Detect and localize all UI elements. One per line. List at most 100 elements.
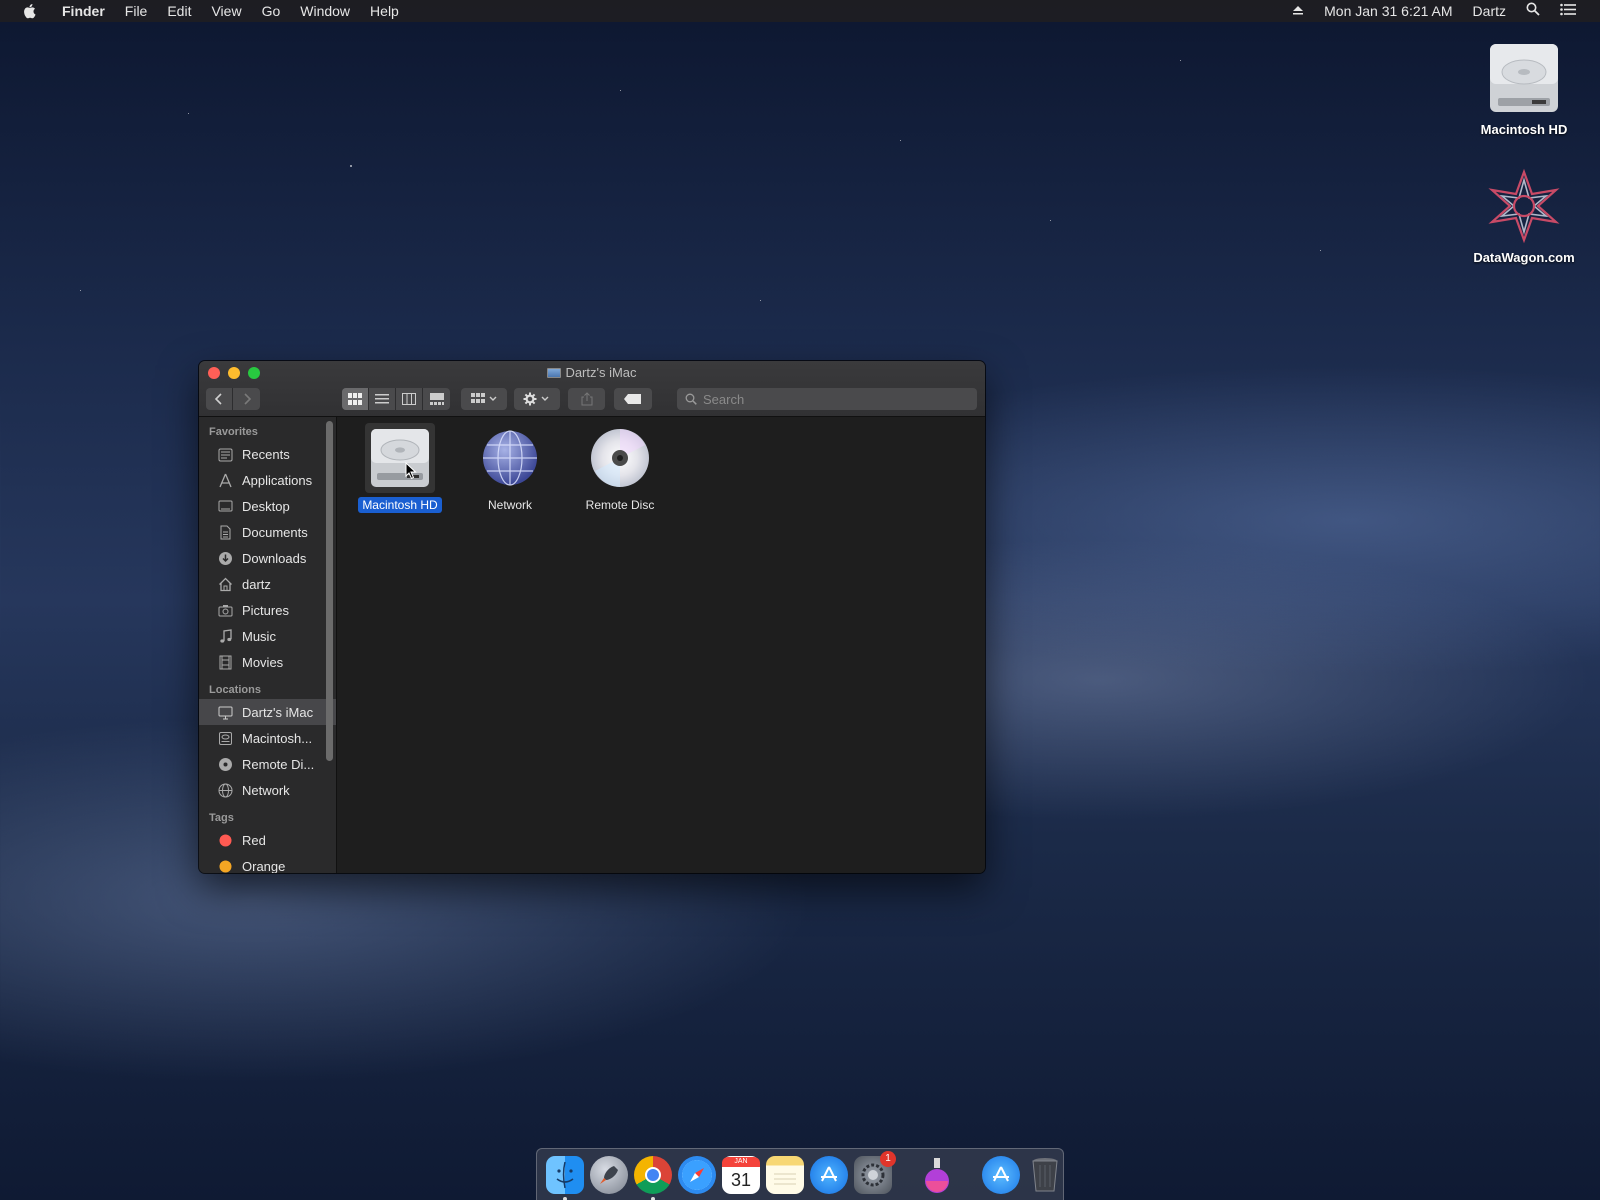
app-store-folder-icon — [993, 1166, 1009, 1181]
sidebar-item-dartz-imac[interactable]: Dartz's iMac — [199, 699, 336, 725]
tag-icon — [624, 394, 641, 404]
rocket-icon — [600, 1165, 618, 1184]
dock-app-calendar[interactable]: JAN 31 — [722, 1155, 760, 1194]
mouse-cursor-icon — [405, 461, 417, 485]
film-icon — [217, 654, 234, 671]
file-item-macintosh-hd[interactable]: Macintosh HD — [350, 423, 450, 513]
computer-icon — [547, 368, 562, 378]
sidebar-item-network[interactable]: Network — [199, 777, 336, 803]
orange-tag-dot-icon — [217, 858, 234, 874]
sidebar-item-label: Macintosh... — [242, 730, 313, 746]
dock-app-downloads-folder[interactable] — [982, 1155, 1020, 1194]
dock-app-trash[interactable] — [1026, 1156, 1064, 1194]
sidebar-tag-orange[interactable]: Orange — [199, 853, 336, 873]
dock-app-launchpad[interactable] — [590, 1155, 628, 1194]
spotlight-search-icon[interactable] — [1516, 0, 1550, 22]
dock-app-finder[interactable] — [546, 1155, 584, 1200]
notes-icon — [774, 1173, 796, 1184]
desktop-icon-macintosh-hd[interactable]: Macintosh HD — [1464, 40, 1584, 137]
menu-go[interactable]: Go — [252, 0, 291, 22]
gear-icon — [523, 392, 549, 406]
gallery-view-button[interactable] — [423, 388, 450, 410]
file-item-network[interactable]: Network — [460, 423, 560, 513]
menubar-user[interactable]: Dartz — [1463, 0, 1516, 22]
sidebar-item-recents[interactable]: Recents — [199, 441, 336, 467]
window-titlebar[interactable]: Dartz's iMac — [199, 361, 985, 417]
sidebar-item-label: Applications — [242, 472, 313, 488]
disc-icon — [217, 756, 234, 773]
sidebar-item-music[interactable]: Music — [199, 623, 336, 649]
calendar-day: 31 — [730, 1169, 752, 1190]
hard-drive-icon — [1486, 40, 1562, 116]
search-input[interactable] — [703, 391, 943, 407]
globe-icon — [217, 782, 234, 799]
trash-icon — [1032, 1157, 1058, 1191]
share-button[interactable] — [568, 388, 605, 410]
menu-help[interactable]: Help — [360, 0, 409, 22]
globe-icon — [475, 423, 545, 493]
sidebar-item-remote-disc[interactable]: Remote Di... — [199, 751, 336, 777]
sidebar-item-label: Downloads — [242, 550, 307, 566]
sidebar-item-movies[interactable]: Movies — [199, 649, 336, 675]
menu-view[interactable]: View — [201, 0, 251, 22]
dock-app-app-store[interactable] — [810, 1155, 848, 1194]
navigation-buttons — [206, 388, 260, 410]
menubar-clock[interactable]: Mon Jan 31 6:21 AM — [1314, 0, 1462, 22]
eject-icon[interactable] — [1282, 0, 1314, 22]
sidebar-item-desktop[interactable]: Desktop — [199, 493, 336, 519]
desktop-icon — [217, 498, 234, 515]
menu-finder[interactable]: Finder — [52, 0, 115, 22]
sidebar-item-label: Music — [242, 628, 276, 644]
file-item-label: Remote Disc — [585, 498, 655, 512]
search-field[interactable] — [677, 388, 977, 410]
window-title-text: Dartz's iMac — [565, 365, 637, 380]
sidebar-item-downloads[interactable]: Downloads — [199, 545, 336, 571]
dock: JAN 31 1 — [536, 1148, 1064, 1200]
sidebar-item-applications[interactable]: Applications — [199, 467, 336, 493]
file-item-remote-disc[interactable]: Remote Disc — [570, 423, 670, 513]
group-by-button[interactable] — [461, 388, 507, 410]
hard-drive-icon — [365, 423, 435, 493]
notification-center-icon[interactable] — [1550, 0, 1586, 22]
dock-app-system-preferences[interactable]: 1 — [854, 1150, 896, 1194]
apple-menu-icon[interactable] — [20, 2, 38, 20]
dock-app-chrome[interactable] — [634, 1155, 672, 1200]
sidebar-item-label: dartz — [242, 576, 271, 592]
sidebar-item-pictures[interactable]: Pictures — [199, 597, 336, 623]
notification-badge: 1 — [880, 1150, 896, 1167]
sidebar-scrollbar[interactable] — [326, 421, 333, 761]
icon-view-button[interactable] — [342, 388, 369, 410]
dock-app-installer[interactable] — [918, 1156, 956, 1194]
sidebar-item-home[interactable]: dartz — [199, 571, 336, 597]
menu-file[interactable]: File — [115, 0, 158, 22]
action-gear-button[interactable] — [514, 388, 560, 410]
column-view-button[interactable] — [396, 388, 423, 410]
disc-icon — [585, 423, 655, 493]
dock-app-safari[interactable] — [678, 1155, 716, 1194]
dock-app-notes[interactable] — [766, 1155, 804, 1194]
sidebar-item-label: Red — [242, 832, 266, 848]
finder-content-area[interactable]: Macintosh HD Network Remote Disc — [338, 417, 985, 873]
computer-icon — [217, 704, 234, 721]
back-button[interactable] — [206, 388, 233, 410]
view-mode-switcher — [342, 388, 450, 410]
desktop-icon-datawagon[interactable]: DataWagon.com — [1464, 168, 1584, 265]
menu-bar: Finder File Edit View Go Window Help Mon… — [0, 0, 1600, 22]
sidebar-item-macintosh-hd[interactable]: Macintosh... — [199, 725, 336, 751]
finder-sidebar: Favorites Recents Applications Desktop D… — [199, 417, 337, 873]
sidebar-item-documents[interactable]: Documents — [199, 519, 336, 545]
document-icon — [217, 524, 234, 541]
sidebar-tag-red[interactable]: Red — [199, 827, 336, 853]
datawagon-logo-icon — [1486, 168, 1562, 244]
chrome-icon — [645, 1166, 661, 1183]
app-store-icon — [821, 1166, 837, 1181]
tags-button[interactable] — [614, 388, 652, 410]
flask-icon — [925, 1157, 949, 1193]
menu-window[interactable]: Window — [290, 0, 360, 22]
menu-edit[interactable]: Edit — [157, 0, 201, 22]
list-view-button[interactable] — [369, 388, 396, 410]
sidebar-item-label: Remote Di... — [242, 756, 315, 772]
forward-button[interactable] — [233, 388, 260, 410]
sidebar-item-label: Network — [242, 782, 290, 798]
finder-window: Dartz's iMac Search Favorites Recents Ap… — [199, 361, 985, 873]
